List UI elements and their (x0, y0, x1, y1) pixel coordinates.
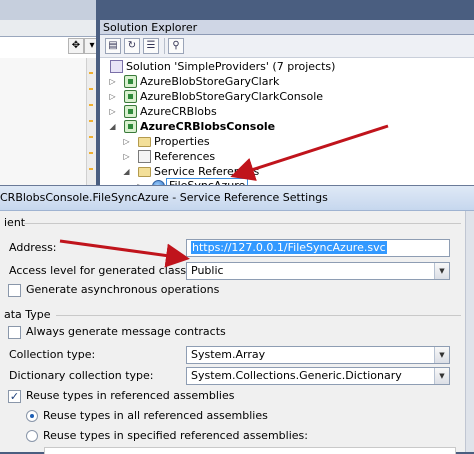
dialog-title: CRBlobsConsole.FileSyncAzure - Service R… (0, 186, 474, 211)
gutter-marker (89, 152, 93, 154)
properties-icon[interactable]: ☰ (143, 38, 159, 54)
expand-arrow-icon[interactable]: ▷ (108, 74, 117, 89)
service-reference-settings-dialog: CRBlobsConsole.FileSyncAzure - Service R… (0, 185, 474, 454)
csharp-project-icon (124, 90, 137, 103)
csharp-project-icon (124, 75, 137, 88)
tree-item-label: AzureBlobStoreGaryClark (140, 75, 280, 88)
gutter-marker (89, 104, 93, 106)
csharp-project-icon (124, 120, 137, 133)
tree-item-label: AzureBlobStoreGaryClarkConsole (140, 90, 324, 103)
toolbar-separator (164, 38, 165, 54)
address-input[interactable]: https://127.0.0.1/FileSyncAzure.svc (186, 239, 450, 257)
references-icon (138, 150, 151, 163)
chevron-down-icon[interactable]: ▼ (434, 347, 449, 363)
dialog-title-text: CRBlobsConsole.FileSyncAzure - Service R… (0, 191, 328, 204)
always-generate-label: Always generate message contracts (26, 325, 226, 338)
group-divider (24, 223, 461, 224)
reuse-all-label: Reuse types in all referenced assemblies (43, 409, 268, 422)
expand-arrow-icon[interactable]: ▷ (108, 104, 117, 119)
folder-icon (138, 167, 151, 177)
group-data-type-label: ata Type (4, 308, 51, 321)
group-divider (56, 315, 461, 316)
collection-type-label: Collection type: (9, 348, 96, 361)
reuse-specified-label: Reuse types in specified referenced asse… (43, 429, 308, 442)
access-level-label: Access level for generated classes: (9, 264, 203, 277)
properties-folder-icon (138, 137, 151, 147)
access-level-value: Public (191, 264, 224, 277)
generate-async-label: Generate asynchronous operations (26, 283, 220, 296)
gutter-marker (89, 168, 93, 170)
address-value: https://127.0.0.1/FileSyncAzure.svc (191, 241, 387, 254)
code-editor-area[interactable] (0, 58, 96, 185)
solution-explorer-toolbar: ▤ ↻ ☰ ⚲ (100, 35, 474, 58)
tree-item-label: AzureCRBlobsConsole (140, 120, 276, 133)
reuse-types-label: Reuse types in referenced assemblies (26, 389, 235, 402)
always-generate-checkbox[interactable] (8, 326, 21, 339)
reuse-types-checkbox[interactable]: ✓ (8, 390, 21, 403)
gutter-marker (89, 136, 93, 138)
solution-explorer-title: Solution Explorer (100, 20, 474, 35)
gutter-marker (89, 120, 93, 122)
collection-type-select[interactable]: System.Array ▼ (186, 346, 450, 364)
refresh-icon[interactable]: ↻ (124, 38, 140, 54)
tree-item-label: Service References (154, 165, 260, 178)
generate-async-checkbox[interactable] (8, 284, 21, 297)
collapse-arrow-icon[interactable]: ◢ (122, 164, 131, 179)
dialog-scrollbar[interactable] (465, 211, 474, 452)
show-all-files-icon[interactable]: ▤ (105, 38, 121, 54)
expand-arrow-icon[interactable]: ▷ (108, 89, 117, 104)
gutter-marker (89, 72, 93, 74)
view-class-diagram-icon[interactable]: ⚲ (168, 38, 184, 54)
chevron-down-icon[interactable]: ▼ (434, 368, 449, 384)
tree-item-label: AzureCRBlobs (140, 105, 217, 118)
expand-arrow-icon[interactable]: ▷ (122, 134, 131, 149)
chevron-down-icon[interactable]: ▼ (434, 263, 449, 279)
editor-tab-strip (0, 0, 96, 20)
dialog-body: ient Address: https://127.0.0.1/FileSync… (0, 211, 465, 454)
reuse-specified-radio[interactable] (26, 430, 38, 442)
solution-explorer-panel: Solution Explorer ▤ ↻ ☰ ⚲ Solution 'Simp… (100, 20, 474, 194)
group-client-label: ient (4, 216, 26, 229)
expand-arrow-icon[interactable]: ▷ (122, 149, 131, 164)
tree-item-label: Properties (154, 135, 210, 148)
dictionary-type-label: Dictionary collection type: (9, 369, 154, 382)
gutter-marker (89, 88, 93, 90)
dictionary-type-value: System.Collections.Generic.Dictionary (191, 369, 402, 382)
reuse-all-radio[interactable] (26, 410, 38, 422)
tree-item-label: Solution 'SimpleProviders' (7 projects) (126, 60, 336, 73)
collection-type-value: System.Array (191, 348, 266, 361)
csharp-project-icon (124, 105, 137, 118)
tree-item-label: References (154, 150, 216, 163)
collapse-arrow-icon[interactable]: ◢ (108, 119, 117, 134)
access-level-select[interactable]: Public ▼ (186, 262, 450, 280)
dictionary-type-select[interactable]: System.Collections.Generic.Dictionary ▼ (186, 367, 450, 385)
solution-icon (110, 60, 123, 73)
address-label: Address: (9, 241, 57, 254)
move-icon[interactable]: ✥ (68, 38, 84, 54)
